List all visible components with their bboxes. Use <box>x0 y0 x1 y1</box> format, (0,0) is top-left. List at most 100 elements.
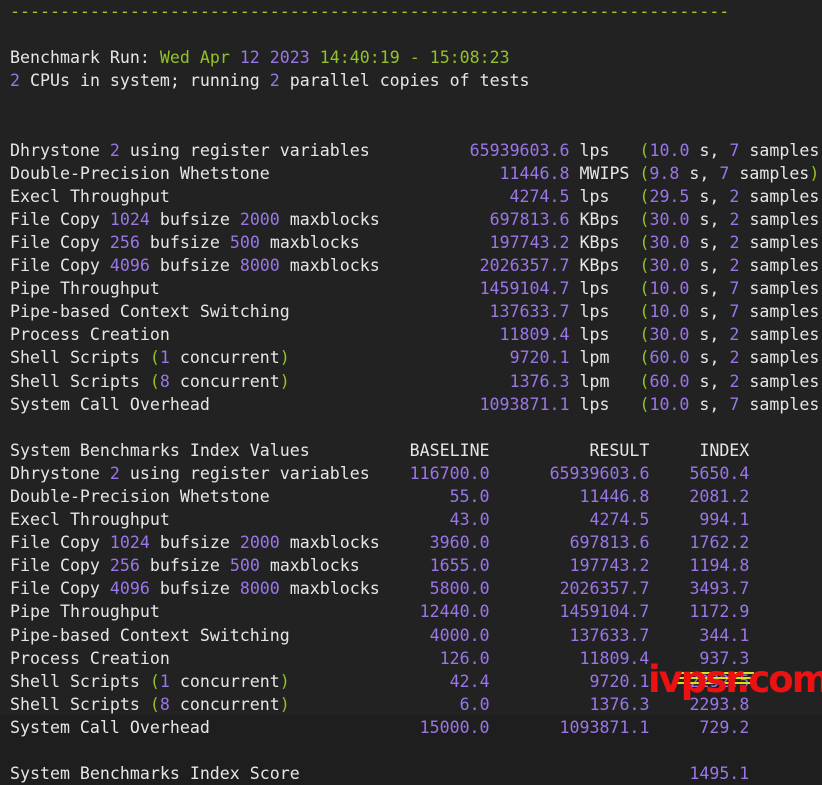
result-unit: KBps <box>579 209 620 229</box>
benchmark-results-block: Dhrystone 2 using register variables 659… <box>0 139 822 416</box>
result-unit: lps <box>579 186 610 206</box>
index-values-block: Dhrystone 2 using register variables 116… <box>0 462 822 739</box>
row-label-part: bufsize <box>159 256 230 276</box>
row-label-part <box>280 210 290 229</box>
row-label-part: Execl Throughput <box>10 510 170 530</box>
index-value-row: System Call Overhead 15000.0 1093871.1 7… <box>0 716 822 739</box>
row-label-part: Shell Scripts <box>10 371 140 391</box>
row-label-part: Shell Scripts <box>10 694 140 714</box>
index-value: 1194.8 <box>689 556 750 576</box>
row-label-part: File Copy <box>10 556 100 576</box>
row-label-part <box>140 695 150 714</box>
result-unit: KBps <box>579 232 620 252</box>
row-label-part <box>140 372 150 391</box>
benchmark-result-row: Pipe-based Context Switching 137633.7 lp… <box>10 302 822 322</box>
row-label-part <box>100 464 110 483</box>
row-label-part <box>100 533 110 552</box>
row-label-part <box>140 233 150 252</box>
row-label-part: maxblocks <box>289 209 380 229</box>
run-start-time: 14:40:19 <box>319 48 400 68</box>
row-label-part <box>100 556 110 575</box>
result-samples: 7 <box>729 394 740 414</box>
row-label-part <box>100 141 110 160</box>
row-label-part: Pipe-based Context Switching <box>10 625 290 645</box>
result-value: 137633.7 <box>489 302 570 322</box>
row-label-part: concurrent <box>169 694 280 714</box>
row-label-part: ( <box>149 371 160 391</box>
row-label-part <box>280 533 290 552</box>
row-label-part: 1024 <box>109 209 150 229</box>
row-label-part <box>140 556 150 575</box>
result-value: 197743.2 <box>569 556 650 576</box>
row-label-part: Double-Precision Whetstone <box>10 163 270 183</box>
index-value: 5650.4 <box>689 463 750 483</box>
result-value: 9720.1 <box>589 671 650 691</box>
index-value: 344.1 <box>699 625 750 645</box>
separator-line-top: ----------------------------------------… <box>0 0 822 23</box>
result-samples: 2 <box>729 186 740 206</box>
result-samples: 7 <box>719 163 730 183</box>
result-samples: 2 <box>729 371 740 391</box>
run-day: 12 <box>239 48 260 68</box>
row-label-part: 1024 <box>109 533 150 553</box>
index-value: 994.1 <box>699 510 750 530</box>
index-value-row: Pipe-based Context Switching 4000.0 1376… <box>0 624 822 647</box>
row-label-part: File Copy <box>10 256 100 276</box>
benchmark-result-row: System Call Overhead 1093871.1 lps (10.0… <box>10 394 822 414</box>
row-label-part: Shell Scripts <box>10 671 140 691</box>
baseline-value: 126.0 <box>439 648 490 668</box>
run-year: 2023 <box>269 48 310 68</box>
result-duration: 30.0 <box>649 256 690 276</box>
result-duration: 10.0 <box>649 394 690 414</box>
row-label-part: maxblocks <box>269 232 360 252</box>
row-label-part: 256 <box>109 232 140 252</box>
row-label-part: ) <box>279 371 290 391</box>
row-label-part <box>280 256 290 275</box>
row-label-part: bufsize <box>149 232 220 252</box>
cpu-info-line: 2 CPUs in system; running 2 parallel cop… <box>0 69 822 92</box>
baseline-value: 3960.0 <box>429 533 490 553</box>
row-label-part <box>100 210 110 229</box>
index-value-row: Process Creation 126.0 11809.4 937.3 <box>0 647 822 670</box>
row-label-part: using register variables <box>129 463 370 483</box>
result-value: 11446.8 <box>499 163 570 183</box>
result-duration: 30.0 <box>649 209 690 229</box>
index-value-row: Shell Scripts (1 concurrent) 42.4 9720.1… <box>0 670 822 693</box>
row-label-part: maxblocks <box>289 256 380 276</box>
parallel-copies-text: parallel copies of tests <box>289 71 530 91</box>
cpu-info-text: CPUs in system; running <box>30 71 260 91</box>
row-label-part: 256 <box>109 556 140 576</box>
row-label-part: Shell Scripts <box>10 348 140 368</box>
result-value: 11446.8 <box>579 486 650 506</box>
row-label-part: 4096 <box>109 579 150 599</box>
baseline-value: 6.0 <box>459 694 490 714</box>
index-value: 2292.5 <box>689 671 750 691</box>
row-label-part <box>220 556 230 575</box>
score-padding <box>300 764 690 783</box>
benchmark-result-row: Execl Throughput 4274.5 lps (29.5 s, 2 s… <box>10 186 822 206</box>
row-label-part <box>230 256 240 275</box>
baseline-value: 55.0 <box>449 486 490 506</box>
index-value-row: Execl Throughput 43.0 4274.5 994.1 <box>0 508 822 531</box>
result-unit: lps <box>579 302 610 322</box>
baseline-value: 42.4 <box>449 671 490 691</box>
row-label-part: Double-Precision Whetstone <box>10 486 270 506</box>
benchmark-result-row: Pipe Throughput 1459104.7 lps (10.0 s, 7… <box>10 279 822 299</box>
separator-dashes: ----------------------------------------… <box>10 2 730 21</box>
row-label-part <box>230 210 240 229</box>
baseline-value: 43.0 <box>449 510 490 530</box>
result-value: 11809.4 <box>499 325 570 345</box>
row-label-part: bufsize <box>159 209 230 229</box>
row-label-part: Process Creation <box>10 325 170 345</box>
row-label-part: maxblocks <box>269 556 360 576</box>
row-label-part: Pipe-based Context Switching <box>10 302 290 322</box>
row-label-part: maxblocks <box>289 533 380 553</box>
index-value-row: File Copy 4096 bufsize 8000 maxblocks 58… <box>0 577 822 600</box>
row-label-part: 500 <box>229 556 260 576</box>
row-label-part: 2 <box>109 140 120 160</box>
result-value: 4274.5 <box>509 186 570 206</box>
